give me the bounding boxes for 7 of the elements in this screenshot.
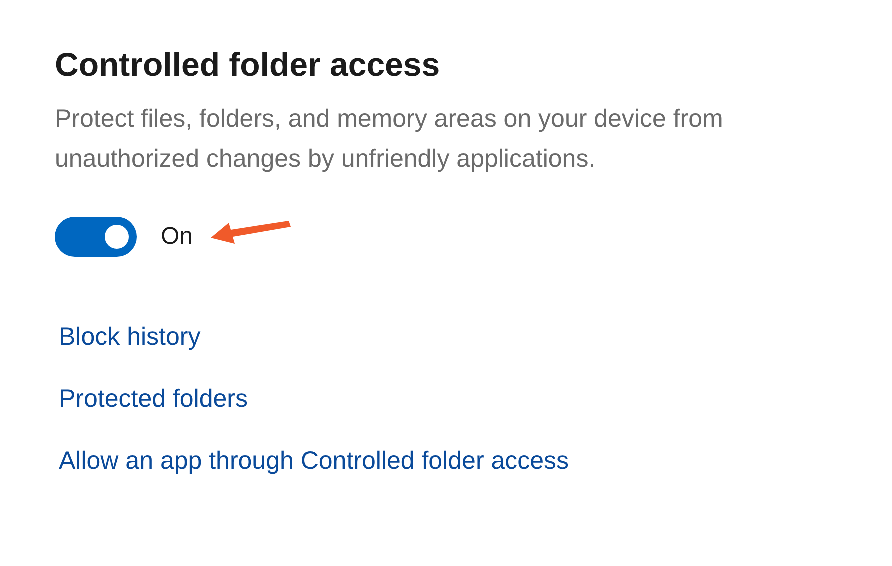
toggle-switch[interactable] xyxy=(55,217,137,258)
toggle-label: On xyxy=(161,222,194,252)
link[interactable]: Allow an app through Controlled folder access xyxy=(55,443,570,480)
description: Protect files, folders, and memory areas on your device from unauthorized changes by unfriendly applications. xyxy=(55,104,724,176)
section-title: Controlled folder access xyxy=(55,45,440,85)
link[interactable]: Block history xyxy=(55,319,201,356)
link[interactable]: Protected folders xyxy=(55,381,248,418)
